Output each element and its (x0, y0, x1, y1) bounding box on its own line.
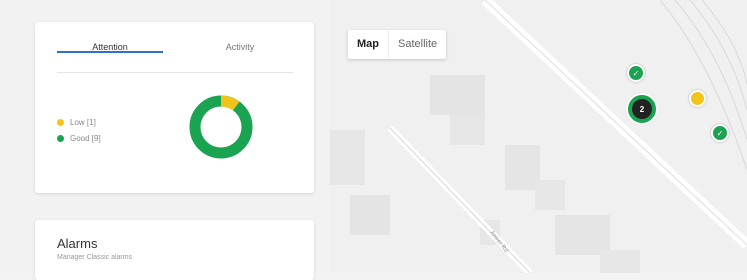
tab-activity-label: Activity (225, 42, 255, 52)
status-donut-chart (189, 95, 253, 159)
status-card: Attention Activity Low [1] Good [9] (35, 22, 314, 193)
map-marker-good[interactable]: ✓ (627, 64, 645, 82)
map-marker-cluster[interactable]: 2 (628, 95, 656, 123)
alarms-subtitle: Manager Classic alarms (57, 254, 133, 261)
status-tabs: Attention Activity (57, 22, 293, 73)
donut-good-segment (189, 95, 253, 159)
legend-item-good: Good [9] (57, 130, 101, 146)
active-tab-indicator (57, 51, 163, 53)
satellite-button[interactable]: Satellite (388, 30, 446, 59)
legend-good-label: Good [9] (70, 133, 101, 143)
status-legend: Low [1] Good [9] (57, 114, 101, 146)
alarms-card: Alarms Manager Classic alarms (35, 220, 314, 280)
legend-low-label: Low [1] (70, 117, 96, 127)
map-view[interactable]: Amrer Rd Map Satellite ✓ 2 ✓ (330, 0, 747, 273)
alarms-title: Alarms (57, 236, 98, 251)
map-marker-good[interactable]: ✓ (711, 124, 729, 142)
left-panel: Attention Activity Low [1] Good [9] Alar… (0, 0, 330, 280)
map-type-toggle: Map Satellite (348, 30, 447, 59)
cluster-count: 2 (639, 104, 645, 114)
legend-item-low: Low [1] (57, 114, 101, 130)
tab-activity[interactable]: Activity (187, 42, 293, 52)
check-icon: ✓ (716, 128, 724, 138)
map-marker-low[interactable] (689, 90, 706, 107)
low-dot-icon (57, 118, 64, 126)
map-button[interactable]: Map (348, 30, 388, 59)
good-dot-icon (57, 134, 64, 142)
check-icon: ✓ (632, 68, 640, 78)
tab-attention[interactable]: Attention (57, 42, 163, 53)
